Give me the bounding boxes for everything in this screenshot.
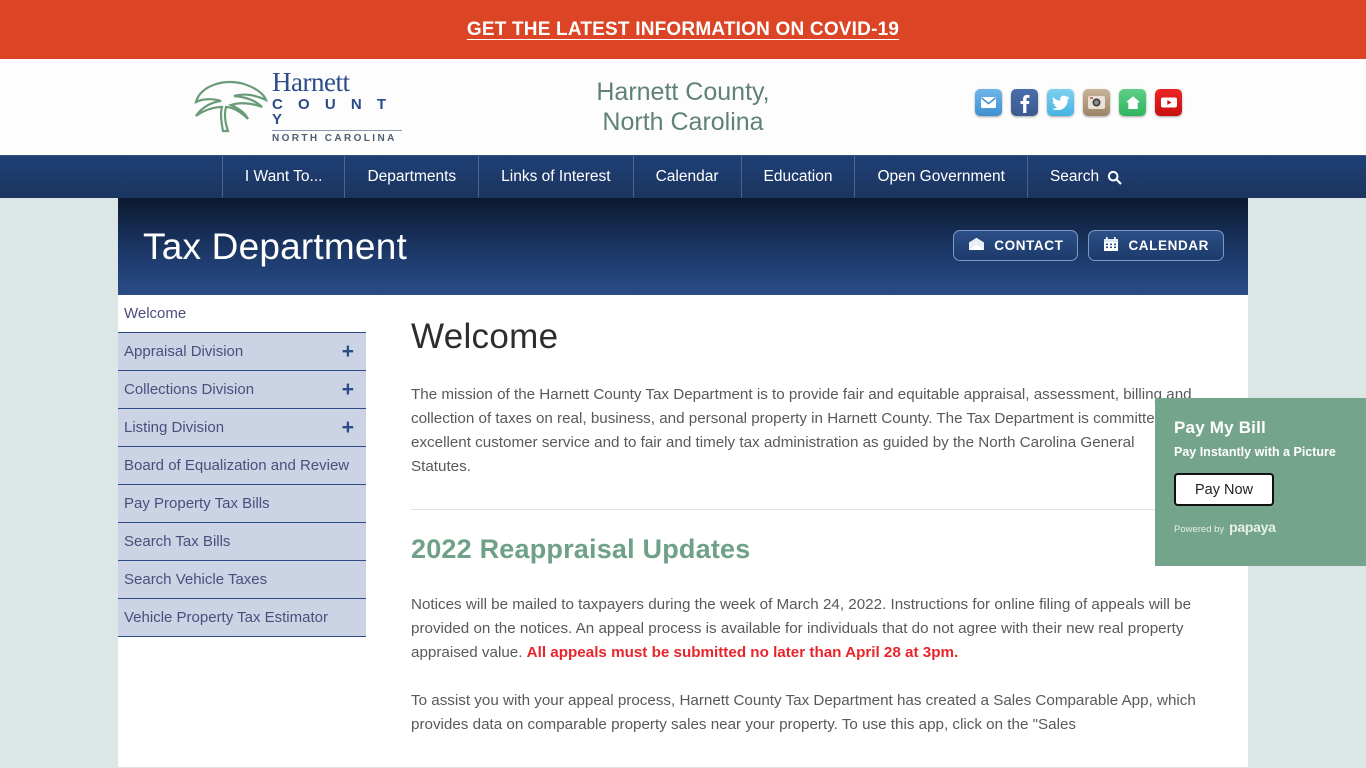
sidebar-item-pay-property-tax-bills[interactable]: Pay Property Tax Bills	[118, 485, 366, 523]
email-icon[interactable]	[975, 89, 1002, 116]
sidebar-item-label: Collections Division	[124, 381, 255, 398]
contact-button[interactable]: CONTACT	[953, 230, 1079, 261]
page-banner: Tax Department CONTACT CALENDAR	[118, 198, 1248, 295]
content-divider	[411, 509, 1198, 510]
instagram-icon[interactable]	[1083, 89, 1110, 116]
calendar-icon	[1103, 236, 1119, 255]
sidebar-item-label: Vehicle Property Tax Estimator	[124, 609, 328, 626]
nav-item-search[interactable]: Search	[1028, 156, 1144, 198]
sidebar-item-search-vehicle-taxes[interactable]: Search Vehicle Taxes	[118, 561, 366, 599]
pay-widget-subtitle: Pay Instantly with a Picture	[1174, 445, 1336, 459]
nextdoor-icon[interactable]	[1119, 89, 1146, 116]
sidebar-item-label: Pay Property Tax Bills	[124, 495, 270, 512]
twitter-icon[interactable]	[1047, 89, 1074, 116]
content-columns: Welcome Appraisal Division + Collections…	[118, 295, 1248, 737]
nav-item-open-government[interactable]: Open Government	[855, 156, 1028, 198]
expand-plus-icon[interactable]: +	[342, 341, 354, 362]
sidebar-item-appraisal-division[interactable]: Appraisal Division +	[118, 333, 366, 371]
banner-actions: CONTACT CALENDAR	[953, 230, 1224, 261]
sidebar-item-label: Appraisal Division	[124, 343, 244, 360]
nav-item-departments[interactable]: Departments	[345, 156, 480, 198]
page-container: Tax Department CONTACT CALENDAR Welcome	[118, 198, 1248, 767]
social-links	[975, 89, 1182, 116]
nav-label: Calendar	[655, 168, 719, 185]
facebook-icon[interactable]	[1011, 89, 1038, 116]
sidebar-item-search-tax-bills[interactable]: Search Tax Bills	[118, 523, 366, 561]
expand-plus-icon[interactable]: +	[342, 417, 354, 438]
main-navigation: I Want To... Departments Links of Intere…	[0, 155, 1366, 198]
calendar-button-label: CALENDAR	[1128, 238, 1209, 253]
nav-item-links-of-interest[interactable]: Links of Interest	[479, 156, 634, 198]
papaya-brand: papaya	[1229, 519, 1276, 535]
sidebar-item-welcome[interactable]: Welcome	[118, 295, 366, 333]
sales-comparable-paragraph: To assist you with your appeal process, …	[411, 692, 1196, 733]
content-heading: Welcome	[411, 317, 559, 356]
main-content: Welcome The mission of the Harnett Count…	[366, 295, 1248, 737]
sidebar-item-vehicle-property-tax-estimator[interactable]: Vehicle Property Tax Estimator	[118, 599, 366, 637]
covid-alert-link[interactable]: GET THE LATEST INFORMATION ON COVID-19	[467, 19, 899, 41]
expand-plus-icon[interactable]: +	[342, 379, 354, 400]
section-sidebar: Welcome Appraisal Division + Collections…	[118, 295, 366, 737]
calendar-button[interactable]: CALENDAR	[1088, 230, 1224, 261]
envelope-icon	[968, 237, 985, 254]
site-header: Harnett C O U N T Y NORTH CAROLINA Harne…	[0, 59, 1366, 155]
nav-label: Education	[763, 168, 833, 185]
page-title: Tax Department	[143, 225, 407, 267]
contact-button-label: CONTACT	[994, 238, 1064, 253]
youtube-icon[interactable]	[1155, 89, 1182, 116]
pay-widget-title: Pay My Bill	[1174, 418, 1266, 437]
sidebar-item-label: Search Vehicle Taxes	[124, 571, 268, 588]
nav-label: Links of Interest	[501, 168, 611, 185]
section-heading: 2022 Reappraisal Updates	[411, 534, 751, 564]
sidebar-item-label: Board of Equalization and Review	[124, 457, 350, 474]
nav-label: I Want To...	[244, 168, 323, 185]
nav-item-education[interactable]: Education	[742, 156, 856, 198]
pay-my-bill-widget: Pay My Bill Pay Instantly with a Picture…	[1155, 398, 1366, 566]
nav-item-calendar[interactable]: Calendar	[634, 156, 742, 198]
sidebar-item-label: Listing Division	[124, 419, 225, 436]
nav-item-i-want-to[interactable]: I Want To...	[221, 156, 346, 198]
sidebar-item-label: Search Tax Bills	[124, 533, 231, 550]
sidebar-item-board-of-equalization-and-review[interactable]: Board of Equalization and Review	[118, 447, 366, 485]
reappraisal-paragraph: Notices will be mailed to taxpayers duri…	[411, 593, 1198, 665]
nav-label: Open Government	[877, 168, 1005, 185]
pay-widget-attribution: Powered by papaya	[1174, 519, 1366, 535]
nav-label: Departments	[367, 168, 457, 185]
search-icon	[1107, 170, 1122, 185]
sidebar-item-listing-division[interactable]: Listing Division +	[118, 409, 366, 447]
sidebar-item-label: Welcome	[124, 305, 187, 322]
appeal-deadline-note: All appeals must be submitted no later t…	[526, 644, 959, 661]
powered-by-label: Powered by	[1174, 524, 1225, 535]
pay-now-button[interactable]: Pay Now	[1174, 473, 1274, 506]
covid-alert-bar: GET THE LATEST INFORMATION ON COVID-19	[0, 0, 1366, 59]
mission-paragraph: The mission of the Harnett County Tax De…	[411, 386, 1192, 475]
nav-label: Search	[1049, 168, 1100, 185]
sidebar-item-collections-division[interactable]: Collections Division +	[118, 371, 366, 409]
